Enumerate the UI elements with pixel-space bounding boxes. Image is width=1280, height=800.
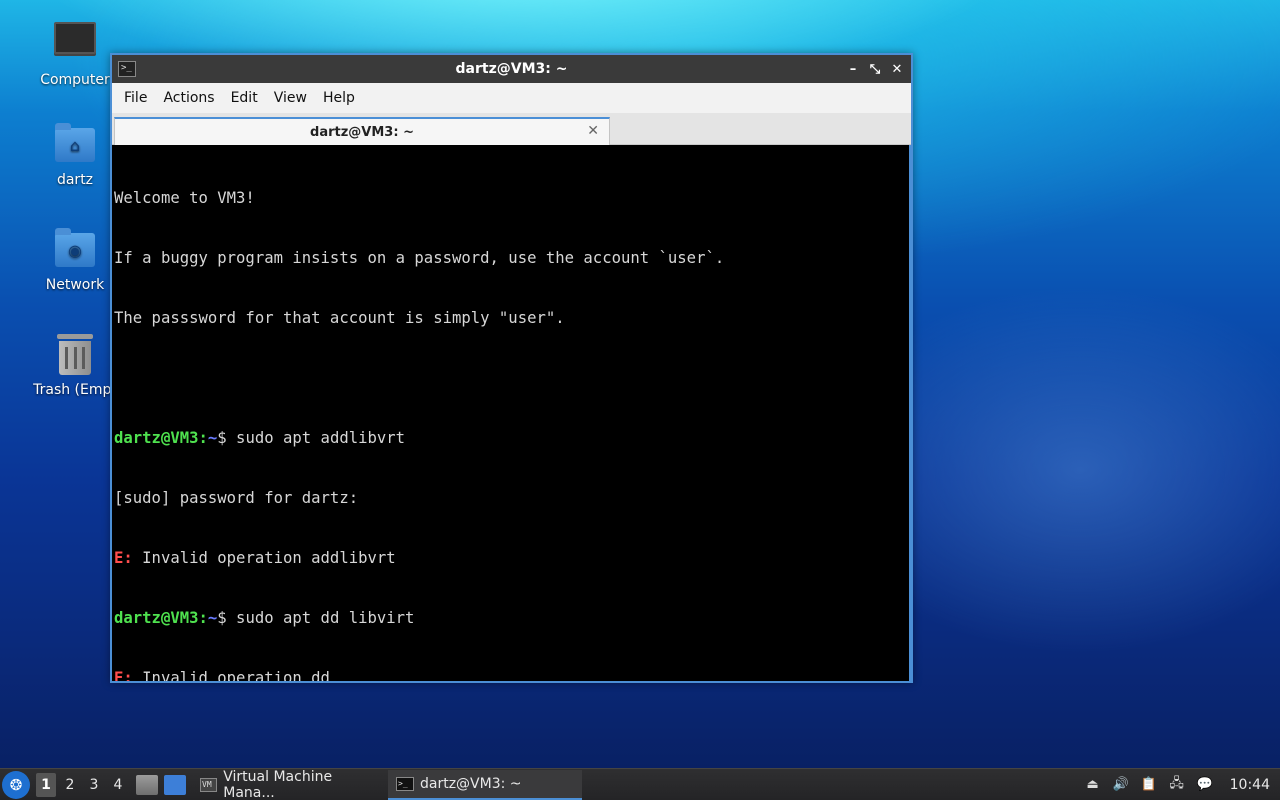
terminal-prompt-line: dartz@VM3:~$ sudo apt addlibvrt (114, 428, 909, 448)
menu-actions[interactable]: Actions (155, 90, 222, 106)
terminal-error-line: E: Invalid operation dd (114, 668, 909, 681)
prompt-symbol: $ (217, 609, 227, 627)
menu-view[interactable]: View (266, 90, 315, 106)
terminal-window: >_ dartz@VM3: ~ – ⤡ ✕ File Actions Edit … (110, 53, 913, 683)
terminal-error-line: E: Invalid operation addlibvrt (114, 548, 909, 568)
prompt-separator: : (198, 429, 208, 447)
prompt-user-host: dartz@VM3 (114, 609, 199, 627)
home-folder-icon: ⌂ (53, 122, 97, 166)
system-tray: ⏏ 🔊 📋 🖧 💬 10:44 (1084, 776, 1280, 794)
error-prefix: E: (114, 669, 133, 681)
error-text: Invalid operation dd (132, 669, 330, 681)
terminal-icon: >_ (396, 776, 414, 791)
file-manager-icon[interactable] (136, 774, 158, 795)
error-prefix: E: (114, 549, 133, 567)
volume-icon[interactable]: 🔊 (1112, 776, 1130, 794)
clipboard-icon[interactable]: 📋 (1140, 776, 1158, 794)
prompt-symbol: $ (217, 429, 227, 447)
workspace-4[interactable]: 4 (108, 773, 128, 797)
prompt-user-host: dartz@VM3 (114, 429, 199, 447)
command-text: sudo apt addlibvrt (226, 429, 406, 447)
workspace-switcher: 1 2 3 4 (36, 772, 128, 797)
terminal-prompt-line: dartz@VM3:~$ sudo apt dd libvirt (114, 608, 909, 628)
computer-icon (53, 22, 97, 66)
network-folder-icon: ◉ (53, 227, 97, 271)
virt-manager-icon: VM (200, 777, 218, 792)
terminal-output[interactable]: Welcome to VM3! If a buggy program insis… (112, 145, 911, 681)
notification-icon[interactable]: 💬 (1196, 776, 1214, 794)
menubar: File Actions Edit View Help (112, 83, 911, 113)
menu-help[interactable]: Help (315, 90, 363, 106)
window-titlebar[interactable]: >_ dartz@VM3: ~ – ⤡ ✕ (112, 55, 911, 83)
terminal-line: [sudo] password for dartz: (114, 489, 359, 507)
trash-icon (53, 332, 97, 376)
taskbar: ❂ 1 2 3 4 VM Virtual Machine Mana... >_ … (0, 768, 1280, 800)
window-title: dartz@VM3: ~ (455, 61, 568, 77)
start-menu-icon[interactable]: ❂ (2, 770, 30, 799)
prompt-path: ~ (207, 429, 218, 447)
menu-file[interactable]: File (116, 90, 155, 106)
taskbar-item-virt-manager[interactable]: VM Virtual Machine Mana... (192, 768, 388, 800)
workspace-1[interactable]: 1 (36, 772, 56, 797)
quick-launch (136, 774, 186, 795)
tab-bar: dartz@VM3: ~ ✕ (112, 113, 911, 145)
network-icon[interactable]: 🖧 (1168, 776, 1186, 794)
error-text: Invalid operation addlibvrt (132, 549, 396, 567)
close-button[interactable]: ✕ (889, 62, 905, 77)
workspace-2[interactable]: 2 (60, 773, 80, 797)
taskbar-item-label: Virtual Machine Mana... (223, 768, 333, 800)
show-desktop-icon[interactable] (164, 774, 186, 795)
tab-close-icon[interactable]: ✕ (587, 123, 599, 139)
terminal-line: If a buggy program insists on a password… (114, 249, 725, 267)
workspace-3[interactable]: 3 (84, 773, 104, 797)
taskbar-item-terminal[interactable]: >_ dartz@VM3: ~ (388, 769, 582, 800)
prompt-separator: : (198, 609, 208, 627)
eject-icon[interactable]: ⏏ (1084, 776, 1102, 794)
clock[interactable]: 10:44 (1230, 777, 1270, 793)
terminal-app-icon[interactable]: >_ (118, 61, 136, 77)
command-text: sudo apt dd libvirt (226, 609, 415, 627)
terminal-line: Welcome to VM3! (114, 189, 255, 207)
prompt-path: ~ (207, 609, 218, 627)
menu-edit[interactable]: Edit (223, 90, 266, 106)
tab-terminal[interactable]: dartz@VM3: ~ ✕ (114, 117, 610, 145)
taskbar-item-label: dartz@VM3: ~ (420, 775, 522, 792)
tab-label: dartz@VM3: ~ (310, 124, 414, 140)
minimize-button[interactable]: – (845, 62, 861, 77)
terminal-line: The passsword for that account is simply… (114, 309, 565, 327)
maximize-button[interactable]: ⤡ (867, 62, 883, 77)
window-edge (909, 145, 911, 681)
